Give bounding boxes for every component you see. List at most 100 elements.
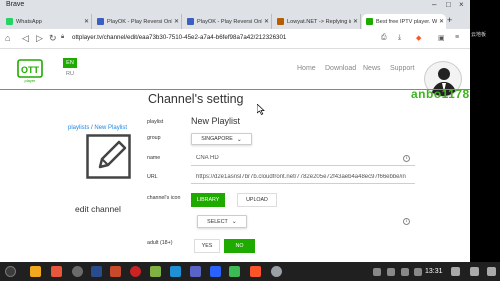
download-icon[interactable]: ⤓ <box>398 34 401 42</box>
app-icon-green[interactable] <box>150 266 161 277</box>
brave-taskbar-icon[interactable] <box>250 266 261 277</box>
group-select[interactable]: SINGAPORE ⌄ <box>191 133 252 145</box>
mouse-cursor-icon <box>257 104 265 115</box>
tab-playok-2[interactable]: PlayOK - Play Reversi Onli ✕ <box>183 14 272 29</box>
launcher-icon[interactable] <box>5 266 16 277</box>
tab-label: PlayOK - Play Reversi Onli <box>107 18 172 25</box>
tab-ottplayer[interactable]: Best free IPTV player. We ✕ <box>362 14 446 29</box>
name-underline <box>191 165 415 166</box>
volume-icon[interactable] <box>470 267 479 276</box>
nav-support[interactable]: Support <box>390 65 415 72</box>
minimize-button[interactable]: – <box>432 0 436 10</box>
close-window-button[interactable]: × <box>459 0 464 10</box>
adult-no-button[interactable]: NO <box>224 239 255 253</box>
wifi-icon[interactable] <box>451 267 460 276</box>
title-bar: Brave – □ × <box>0 0 470 11</box>
menu-icon[interactable]: ≡ <box>455 34 459 41</box>
home-icon[interactable]: ⌂ <box>5 33 10 44</box>
tray-icon[interactable] <box>387 268 395 276</box>
library-button[interactable]: LIBRARY <box>191 193 225 207</box>
url-label: URL <box>147 174 158 180</box>
tab-playok-1[interactable]: PlayOK - Play Reversi Onli ✕ <box>93 14 182 29</box>
ottplayer-logo-icon[interactable]: OTT player <box>17 59 43 83</box>
tab-label: Best free IPTV player. We <box>376 18 437 25</box>
app-icon-red[interactable] <box>110 266 121 277</box>
clock[interactable]: 13:31 <box>425 268 443 275</box>
files-icon[interactable] <box>30 266 41 277</box>
tab-close-icon[interactable]: ✕ <box>82 18 91 25</box>
breadcrumb-new-playlist[interactable]: New Playlist <box>94 125 127 131</box>
chevron-down-icon: ⌄ <box>231 219 237 225</box>
brave-shield-icon[interactable]: ◆ <box>416 34 421 42</box>
whatsapp-favicon-icon <box>6 18 13 25</box>
tab-whatsapp[interactable]: WhatsApp ✕ <box>2 14 92 29</box>
browser-toolbar: ⌂ ◁ ▷ ↻ 🔒︎ ottplayer.tv/channel/edit/eaa… <box>0 29 470 49</box>
lang-en-button[interactable]: EN <box>63 58 77 68</box>
lowyat-favicon-icon <box>277 18 284 25</box>
channel-icon-label: channel's icon <box>147 195 181 201</box>
tab-close-icon[interactable]: ✕ <box>351 18 360 25</box>
breadcrumb-playlists[interactable]: playlists <box>68 125 89 131</box>
url-input[interactable]: https://d2e1asnsl7br7b.cloudfront.net/77… <box>196 174 414 180</box>
reload-icon[interactable]: ↻ <box>49 33 57 44</box>
icon-select-value: SELECT <box>207 218 228 225</box>
tab-label: PlayOK - Play Reversi Onli <box>197 18 262 25</box>
tab-close-icon[interactable]: ✕ <box>172 18 181 25</box>
app-icon-gray[interactable] <box>72 266 83 277</box>
playlist-label: playlist <box>147 119 164 125</box>
upload-button[interactable]: UPLOAD <box>237 193 277 207</box>
playlist-value: New Playlist <box>191 116 241 126</box>
window-title: Brave <box>6 1 25 8</box>
breadcrumb: playlists / New Playlist <box>68 125 127 131</box>
url-underline <box>191 183 415 184</box>
header-divider <box>0 89 470 90</box>
battery-icon[interactable] <box>487 267 496 276</box>
desktop: Brave – □ × WhatsApp ✕ PlayOK - Play Rev… <box>0 0 500 281</box>
page-title: Channel's setting <box>148 92 244 106</box>
app-icon-m[interactable] <box>91 266 102 277</box>
nav-home[interactable]: Home <box>297 65 316 72</box>
logo-subtext: player <box>25 78 37 83</box>
logo-text: OTT <box>21 65 39 75</box>
playok-favicon-icon <box>187 18 194 25</box>
tab-close-icon[interactable]: ✕ <box>262 18 271 25</box>
tab-label: WhatsApp <box>16 18 42 25</box>
back-icon[interactable]: ◁ <box>22 33 29 44</box>
group-label: group <box>147 135 161 141</box>
icon-select[interactable]: SELECT ⌄ <box>197 215 247 228</box>
app-icon-game[interactable] <box>130 266 141 277</box>
new-tab-icon[interactable]: + <box>447 15 452 25</box>
app-icon-green2[interactable] <box>229 266 240 277</box>
app-icon-play[interactable] <box>170 266 181 277</box>
app-icon-orange[interactable] <box>51 266 62 277</box>
share-icon[interactable]: ⎙ <box>381 34 387 42</box>
lang-ru-button[interactable]: RU <box>66 71 74 77</box>
tray-icon[interactable] <box>373 268 381 276</box>
tray-icon[interactable] <box>414 268 422 276</box>
lock-icon: 🔒︎ <box>61 34 65 40</box>
desktop-edge: 云地板 <box>470 0 500 262</box>
adult-yes-button[interactable]: YES <box>194 239 220 253</box>
info-icon[interactable]: i <box>403 155 410 162</box>
adult-label: adult (18+) <box>147 240 173 246</box>
nav-news[interactable]: News <box>363 65 381 72</box>
info-icon[interactable]: i <box>403 218 410 225</box>
app-icon-q[interactable] <box>210 266 221 277</box>
ottplayer-favicon-icon <box>366 18 373 25</box>
web-page: OTT player EN RU Home Download News Supp… <box>0 49 470 262</box>
address-bar[interactable]: ottplayer.tv/channel/edit/eaa73b30-7510-… <box>72 34 286 41</box>
tray-icon[interactable] <box>401 268 409 276</box>
tab-lowyat[interactable]: Lowyat.NET -> Replying in ✕ <box>273 14 361 29</box>
extension-icon[interactable]: ▣ <box>438 34 445 42</box>
name-input[interactable]: CNA HD <box>196 155 396 161</box>
side-text: 云地板 <box>471 32 487 38</box>
nav-download[interactable]: Download <box>325 65 356 72</box>
tab-strip: WhatsApp ✕ PlayOK - Play Reversi Onli ✕ … <box>0 11 470 29</box>
maximize-button[interactable]: □ <box>446 0 451 10</box>
tab-close-icon[interactable]: ✕ <box>437 18 446 25</box>
name-label: name <box>147 155 161 161</box>
taskbar: 13:31 <box>0 262 500 281</box>
app-icon-blue[interactable] <box>190 266 201 277</box>
app-icon-chrome[interactable] <box>271 266 282 277</box>
forward-icon[interactable]: ▷ <box>36 33 43 44</box>
